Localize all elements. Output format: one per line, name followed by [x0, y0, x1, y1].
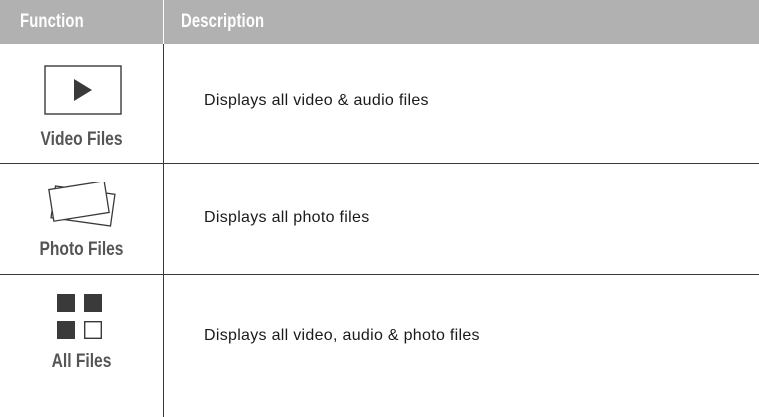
table-row-video-files: Video Files Displays all video & audio f…	[0, 44, 759, 163]
function-table: Function Description Video Files Display…	[0, 0, 759, 417]
header-divider	[163, 0, 164, 44]
table-row-all-files: All Files Displays all video, audio & ph…	[0, 275, 759, 417]
header-description: Description	[181, 11, 265, 32]
description-text: Displays all video & audio files	[204, 92, 429, 109]
table-header: Function Description	[0, 0, 759, 44]
description-text: Displays all video, audio & photo files	[204, 327, 480, 344]
function-label: Video Files	[40, 129, 123, 150]
function-label: All Files	[51, 351, 112, 372]
function-cell: Video Files	[0, 44, 163, 163]
description-text: Displays all photo files	[204, 209, 370, 226]
header-function: Function	[20, 11, 84, 32]
table-row-photo-files: Photo Files Displays all photo files	[0, 164, 759, 274]
function-label: Photo Files	[39, 239, 124, 260]
function-cell: All Files	[0, 275, 163, 417]
photos-icon	[48, 182, 116, 227]
grid-icon	[57, 294, 103, 340]
function-cell: Photo Files	[0, 164, 163, 274]
play-icon	[44, 65, 122, 115]
